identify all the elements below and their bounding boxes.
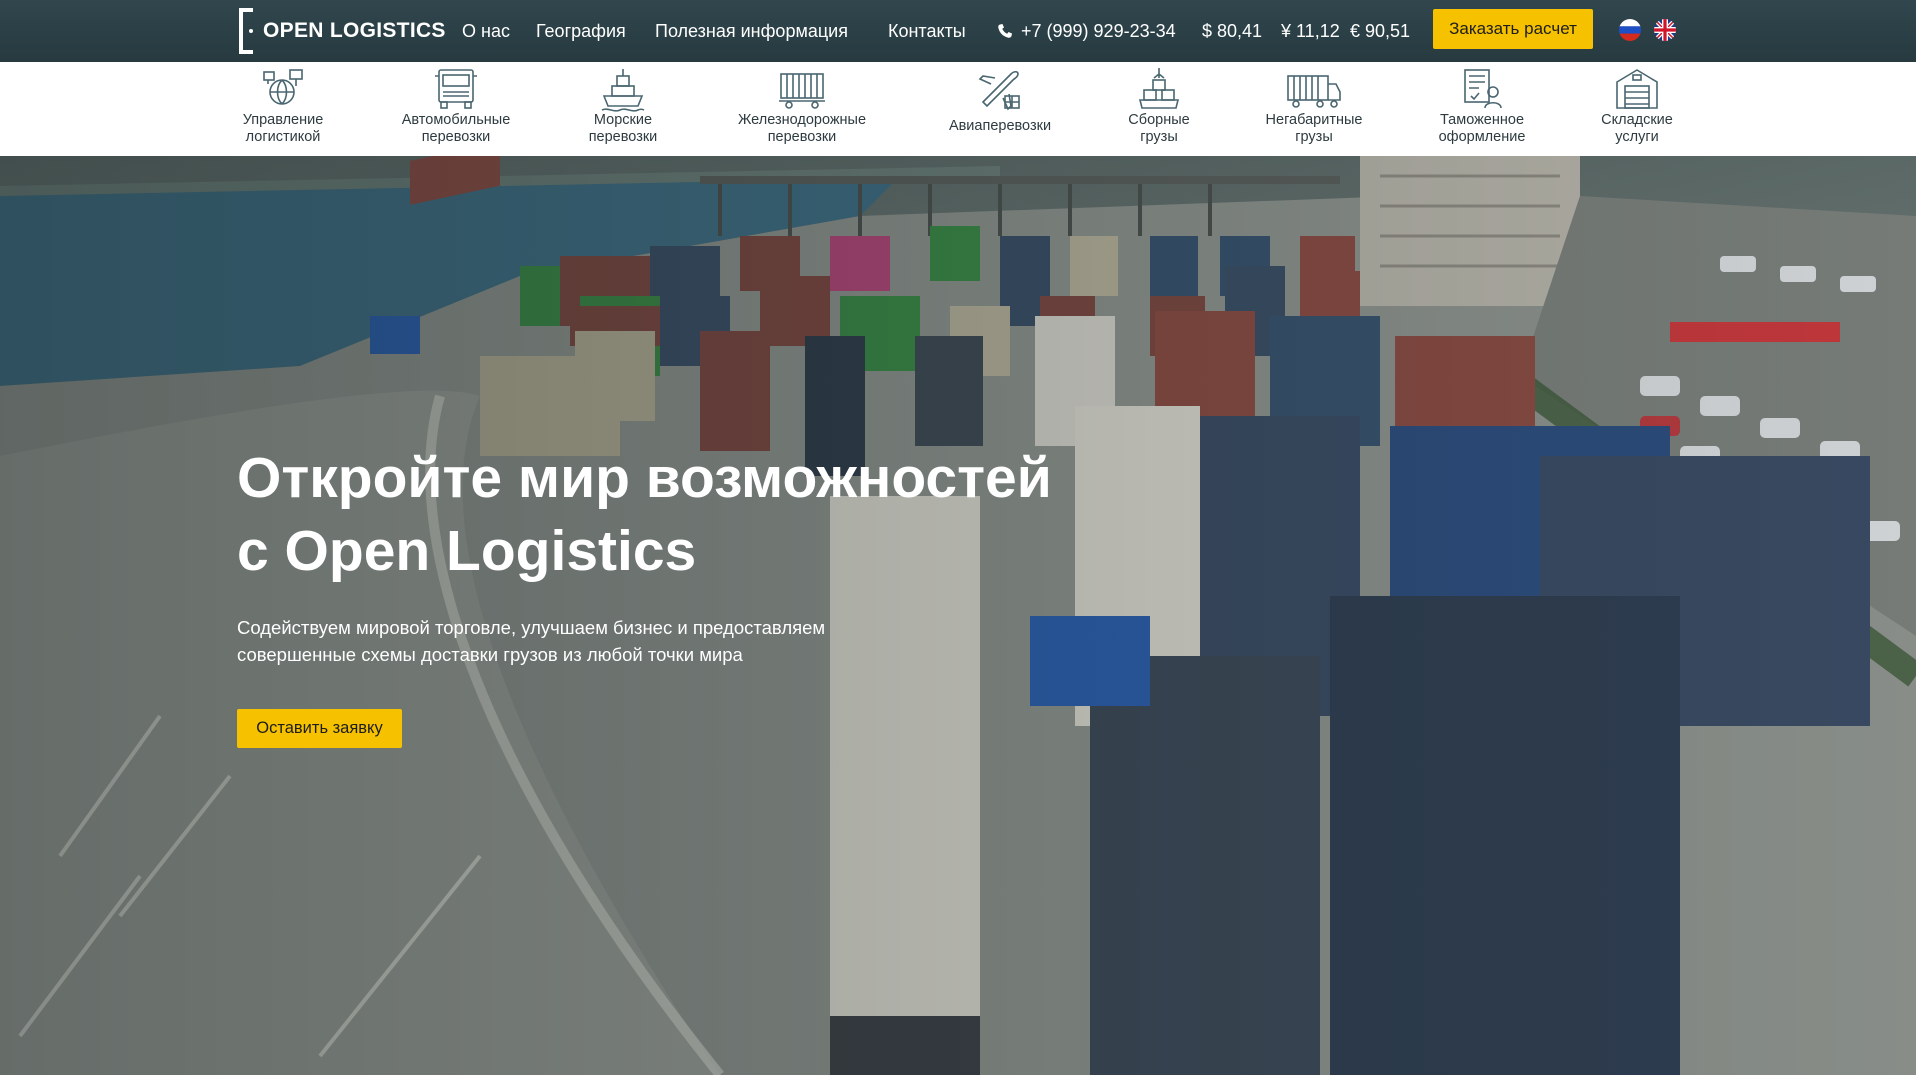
service-sea-freight[interactable]: Морские перевозки	[568, 62, 678, 156]
service-label: Негабаритные	[1265, 112, 1363, 128]
rail-wagon-icon	[779, 73, 825, 109]
service-customs-clearance[interactable]: Таможенное оформление	[1422, 62, 1542, 156]
logo[interactable]: OPEN LOGISTICS	[237, 8, 446, 54]
service-label: Сборные	[1128, 112, 1190, 128]
service-label: перевозки	[421, 129, 491, 145]
top-bar: OPEN LOGISTICS О нас География Полезная …	[0, 0, 1916, 62]
service-warehouse[interactable]: Складские услуги	[1582, 62, 1692, 156]
leave-request-button[interactable]: Оставить заявку	[237, 709, 402, 748]
service-label: Складские	[1601, 112, 1673, 128]
hero-banner: Откройте мир возможностей с Open Logisti…	[0, 156, 1916, 1075]
service-label: Автомобильные	[401, 112, 511, 128]
order-calculation-button[interactable]: Заказать расчет	[1433, 9, 1593, 49]
service-road-freight[interactable]: Автомобильные перевозки	[386, 62, 526, 156]
service-label: Таможенное	[1439, 112, 1525, 128]
logo-text: OPEN LOGISTICS	[263, 19, 446, 42]
phone-icon	[998, 24, 1012, 38]
airplane-icon	[978, 70, 1020, 111]
service-label: перевозки	[767, 129, 837, 145]
service-label: оформление	[1438, 129, 1526, 145]
nav-about[interactable]: О нас	[462, 0, 510, 62]
service-logistics-management[interactable]: Управление логистикой	[223, 62, 343, 156]
oversized-cargo-icon	[1287, 75, 1341, 108]
phone-number: +7 (999) 929-23-34	[1021, 20, 1176, 41]
nav-geography[interactable]: География	[536, 0, 626, 62]
service-label: логистикой	[245, 129, 321, 145]
service-label: Морские	[593, 112, 653, 128]
ship-icon	[601, 69, 645, 112]
truck-icon	[435, 69, 477, 109]
flag-uk-icon[interactable]	[1654, 19, 1676, 41]
hero-subtitle: Содействуем мировой торговле, улучшаем б…	[237, 617, 826, 665]
service-label: услуги	[1615, 129, 1659, 145]
service-label: Железнодорожные	[737, 112, 867, 128]
service-label: Управление	[242, 112, 324, 128]
service-rail-freight[interactable]: Железнодорожные перевозки	[722, 62, 882, 156]
service-label: грузы	[1295, 129, 1333, 145]
flag-ru-icon[interactable]	[1619, 19, 1641, 41]
service-air-freight[interactable]: Авиаперевозки	[930, 62, 1070, 156]
nav-useful-info[interactable]: Полезная информация	[655, 0, 848, 62]
customs-icon	[1464, 69, 1502, 109]
service-label: грузы	[1140, 129, 1178, 145]
nav-contacts[interactable]: Контакты	[888, 0, 966, 62]
logo-bracket-icon	[237, 8, 259, 54]
phone-link[interactable]: +7 (999) 929-23-34	[997, 0, 1176, 62]
rate-eur: € 90,51	[1350, 20, 1411, 41]
service-label: Авиаперевозки	[948, 118, 1052, 134]
service-label: перевозки	[588, 129, 658, 145]
service-consolidated-cargo[interactable]: Сборные грузы	[1104, 62, 1214, 156]
logistics-management-icon	[263, 69, 303, 105]
service-oversized-cargo[interactable]: Негабаритные грузы	[1249, 62, 1379, 156]
rate-cny: ¥ 11,12	[1281, 20, 1340, 41]
consolidated-cargo-icon	[1138, 68, 1180, 109]
warehouse-icon	[1616, 69, 1658, 109]
rate-usd: $ 80,41	[1202, 20, 1263, 41]
services-menu: Управление логистикой Автомобильные пере…	[0, 62, 1916, 156]
hero-title: Откройте мир возможностей с Open Logisti…	[237, 446, 1052, 583]
